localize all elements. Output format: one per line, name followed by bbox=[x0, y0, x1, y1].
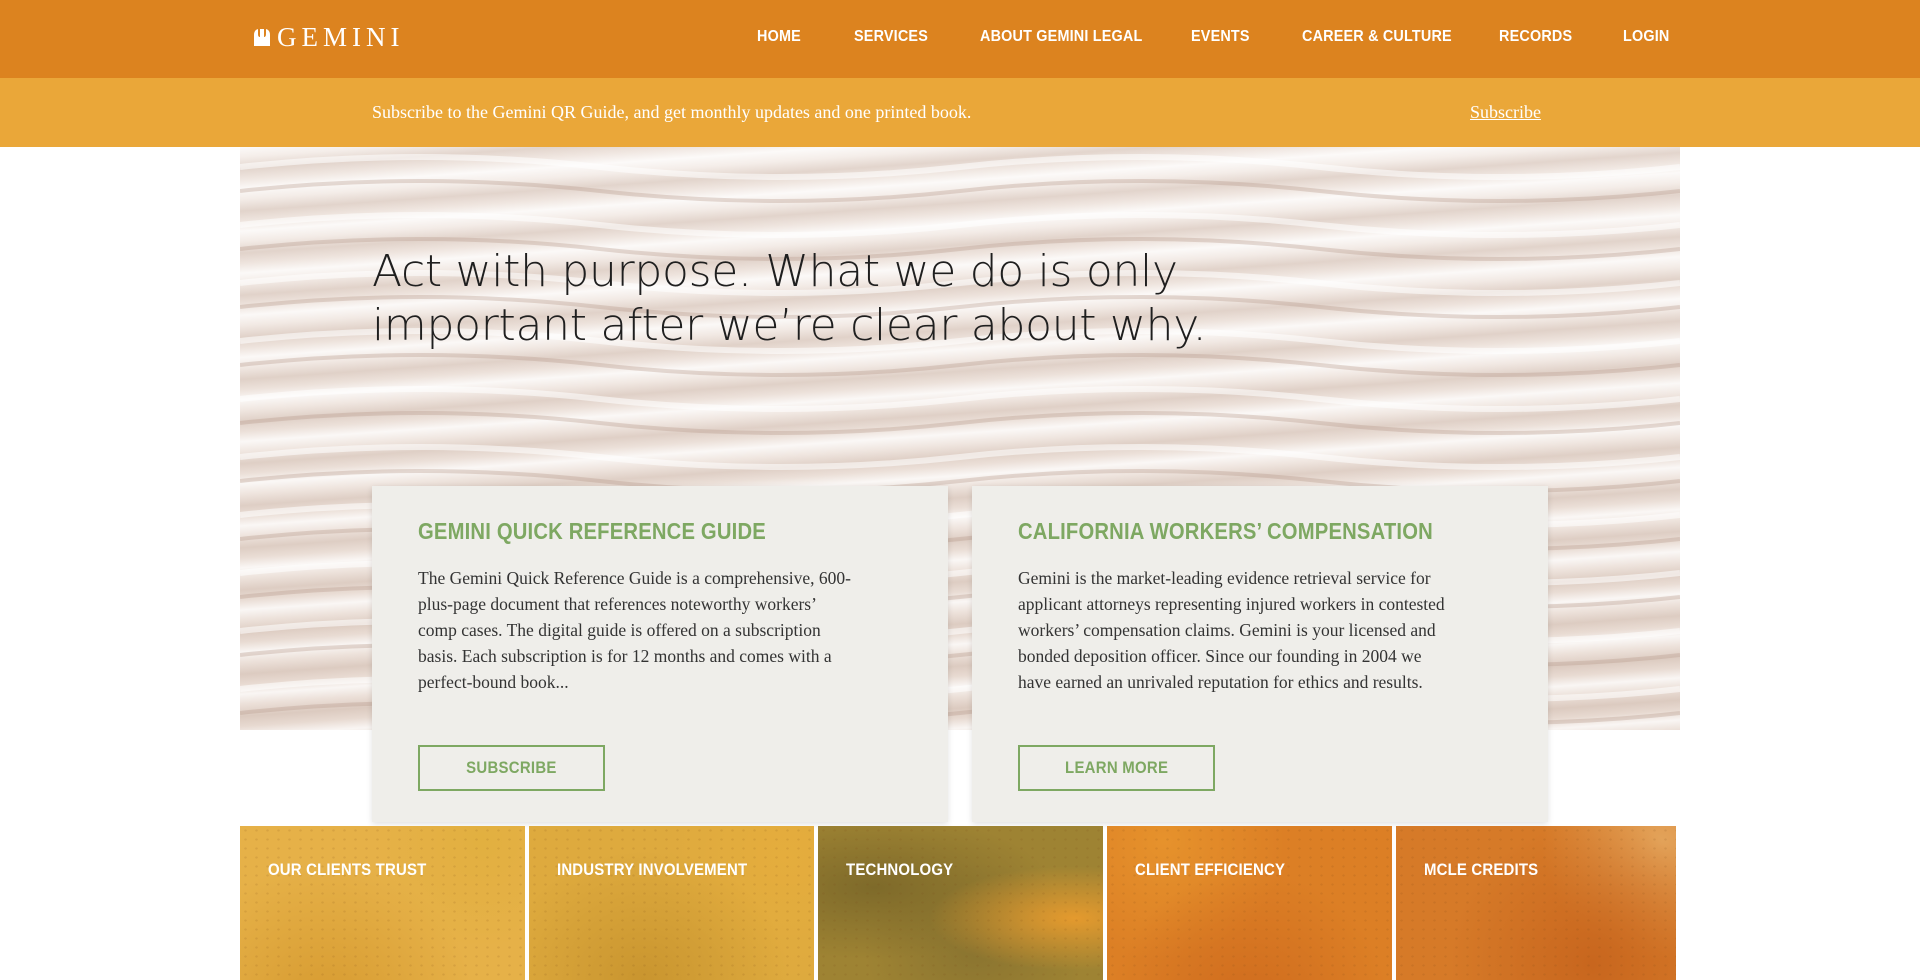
nav-item-login[interactable]: LOGIN bbox=[1623, 28, 1670, 46]
tile-label: CLIENT EFFICIENCY bbox=[1135, 860, 1286, 879]
subscribe-button-label: SUBSCRIBE bbox=[466, 758, 557, 777]
card-quick-reference-guide: GEMINI QUICK REFERENCE GUIDE The Gemini … bbox=[372, 486, 948, 822]
learn-more-button-label: LEARN MORE bbox=[1064, 758, 1169, 777]
tile-label: OUR CLIENTS TRUST bbox=[268, 860, 427, 879]
nav-item-career-culture[interactable]: CAREER & CULTURE bbox=[1302, 28, 1452, 46]
card-title: GEMINI QUICK REFERENCE GUIDE bbox=[418, 518, 766, 544]
nav-item-home[interactable]: HOME bbox=[757, 28, 801, 46]
feature-tiles: OUR CLIENTS TRUST INDUSTRY INVOLVEMENT T… bbox=[240, 826, 1680, 980]
card-body: Gemini is the market-leading evidence re… bbox=[1018, 568, 1445, 692]
tile-industry-involvement[interactable]: INDUSTRY INVOLVEMENT bbox=[529, 826, 814, 980]
tile-technology[interactable]: TECHNOLOGY bbox=[818, 826, 1103, 980]
main-nav: HOME SERVICES ABOUT GEMINI LEGAL EVENTS … bbox=[0, 28, 1920, 52]
card-california-workers-compensation: CALIFORNIA WORKERS’ COMPENSATION Gemini … bbox=[972, 486, 1548, 822]
tile-label: MCLE CREDITS bbox=[1424, 860, 1539, 879]
tile-label: INDUSTRY INVOLVEMENT bbox=[557, 860, 748, 879]
card-body: The Gemini Quick Reference Guide is a co… bbox=[418, 568, 851, 692]
nav-item-events[interactable]: EVENTS bbox=[1191, 28, 1250, 46]
banner-subscribe-link[interactable]: Subscribe bbox=[1470, 102, 1541, 123]
tile-our-clients-trust[interactable]: OUR CLIENTS TRUST bbox=[240, 826, 525, 980]
nav-item-about-gemini-legal[interactable]: ABOUT GEMINI LEGAL bbox=[980, 28, 1142, 46]
tile-label: TECHNOLOGY bbox=[846, 860, 954, 879]
nav-item-records[interactable]: RECORDS bbox=[1499, 28, 1572, 46]
tile-mcle-credits[interactable]: MCLE CREDITS bbox=[1396, 826, 1676, 980]
hero-headline: Act with purpose. What we do is only imp… bbox=[372, 246, 1207, 351]
top-navigation-bar: GEMINI HOME SERVICES ABOUT GEMINI LEGAL … bbox=[0, 0, 1920, 78]
subscribe-banner: Subscribe to the Gemini QR Guide, and ge… bbox=[0, 78, 1920, 147]
tile-client-efficiency[interactable]: CLIENT EFFICIENCY bbox=[1107, 826, 1392, 980]
learn-more-button[interactable]: LEARN MORE bbox=[1018, 745, 1215, 791]
banner-text: Subscribe to the Gemini QR Guide, and ge… bbox=[372, 102, 972, 122]
subscribe-button[interactable]: SUBSCRIBE bbox=[418, 745, 605, 791]
nav-item-services[interactable]: SERVICES bbox=[854, 28, 928, 46]
card-title: CALIFORNIA WORKERS’ COMPENSATION bbox=[1018, 518, 1433, 544]
